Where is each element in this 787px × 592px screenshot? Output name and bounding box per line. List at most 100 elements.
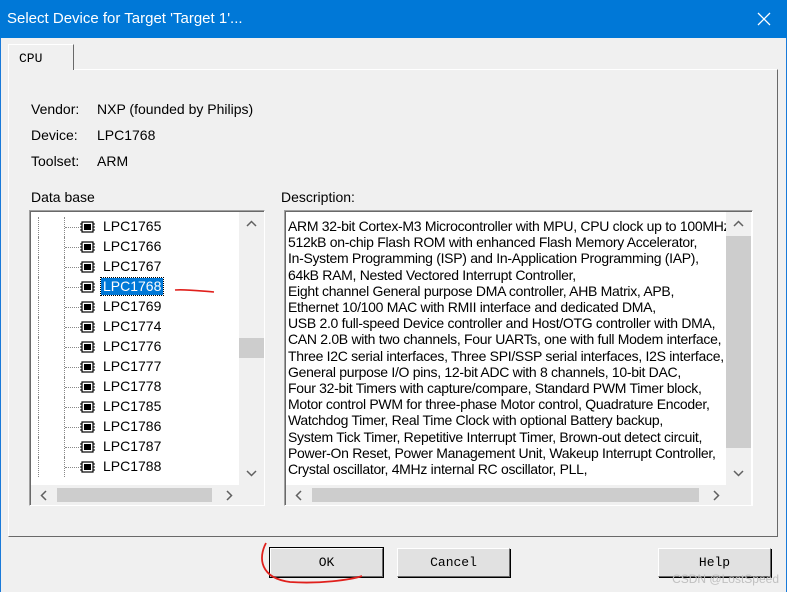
- chip-icon: [80, 320, 95, 334]
- tree-item-label: LPC1768: [99, 277, 165, 296]
- desc-horizontal-scrollbar[interactable]: [286, 485, 751, 505]
- database-label: Data base: [31, 189, 95, 205]
- chip-icon: [80, 260, 95, 274]
- description-line: Four 32-bit Timers with capture/compare,…: [288, 380, 702, 396]
- tree-scroll-down-button[interactable]: [239, 462, 264, 484]
- tree-item-label: LPC1769: [103, 298, 162, 314]
- tree-line: [38, 377, 39, 397]
- desc-scroll-right-button[interactable]: [704, 485, 728, 505]
- chip-icon: [80, 380, 95, 394]
- tree-item-label: LPC1765: [103, 218, 162, 234]
- chip-icon: [80, 300, 95, 314]
- description-line: General purpose I/O pins, 12-bit ADC wit…: [288, 363, 681, 380]
- tree-item-label: LPC1774: [103, 318, 162, 334]
- tab-cpu-label: CPU: [19, 51, 43, 66]
- chip-icon: [80, 280, 95, 294]
- tree-item-label: LPC1776: [103, 338, 162, 354]
- description-label: Description:: [281, 189, 355, 205]
- tree-item-label: LPC1767: [103, 258, 162, 274]
- window-title: Select Device for Target 'Target 1'...: [7, 10, 243, 27]
- tab-cpu[interactable]: CPU: [8, 44, 74, 70]
- description-line: Crystal oscillator, 4MHz internal RC osc…: [288, 461, 588, 477]
- toolset-label: Toolset:: [31, 153, 80, 169]
- tree-branch: [65, 427, 79, 428]
- description-line: 512kB on-chip Flash ROM with enhanced Fl…: [288, 234, 698, 251]
- tree-item[interactable]: LPC1776: [30, 337, 240, 357]
- chip-icon: [80, 240, 95, 254]
- tree-branch: [65, 347, 79, 348]
- tree-item[interactable]: LPC1765: [30, 217, 240, 237]
- desc-scroll-up-button[interactable]: [726, 212, 751, 234]
- chip-icon: [80, 460, 95, 474]
- tree-item-label: LPC1785: [103, 398, 162, 414]
- tree-item[interactable]: LPC1777: [30, 357, 240, 377]
- tree-branch: [65, 467, 79, 468]
- tree-line: [38, 317, 39, 337]
- description-line: USB 2.0 full-speed Device controller and…: [288, 315, 716, 332]
- description-box[interactable]: ARM 32-bit Cortex-M3 Microcontroller wit…: [284, 210, 753, 506]
- watermark: CSDN @LostSpeed: [672, 572, 779, 586]
- tree-item[interactable]: LPC1785: [30, 397, 240, 417]
- tree-hscroll-thumb[interactable]: [57, 488, 212, 502]
- desc-scroll-down-button[interactable]: [726, 462, 751, 484]
- chip-icon: [80, 420, 95, 434]
- desc-vertical-scrollbar[interactable]: [726, 212, 751, 486]
- description-line: ARM 32-bit Cortex-M3 Microcontroller wit…: [288, 218, 726, 234]
- tree-item[interactable]: LPC1768: [30, 277, 240, 297]
- tree-branch: [65, 407, 79, 408]
- tree-branch: [65, 227, 79, 228]
- tree-branch: [65, 287, 79, 288]
- vendor-label: Vendor:: [31, 101, 80, 117]
- tree-branch: [65, 387, 79, 388]
- tree-line: [38, 397, 39, 417]
- tree-scroll-up-button[interactable]: [239, 212, 264, 234]
- tree-item[interactable]: LPC1766: [30, 237, 240, 257]
- desc-scroll-left-button[interactable]: [286, 485, 310, 505]
- tree-line: [38, 357, 39, 377]
- tree-branch: [65, 327, 79, 328]
- tree-line: [38, 257, 39, 277]
- tree-horizontal-scrollbar[interactable]: [31, 485, 264, 505]
- tree-scroll-right-button[interactable]: [217, 485, 241, 505]
- tree-line: [38, 277, 39, 297]
- chip-icon: [80, 440, 95, 454]
- description-line: 64kB RAM, Nested Vectored Interrupt Cont…: [288, 266, 576, 283]
- down-arrow-icon: [246, 469, 257, 477]
- desc-scroll-thumb[interactable]: [726, 236, 751, 448]
- description-line: Eight channel General purpose DMA contro…: [288, 282, 675, 299]
- tree-branch: [65, 267, 79, 268]
- up-arrow-icon: [733, 219, 744, 227]
- tree-item[interactable]: LPC1787: [30, 437, 240, 457]
- tree-item[interactable]: LPC1778: [30, 377, 240, 397]
- close-icon: [757, 12, 771, 26]
- tree-item[interactable]: LPC1769: [30, 297, 240, 317]
- chip-icon: [80, 340, 95, 354]
- tree-line: [38, 337, 39, 357]
- tree-line: [38, 217, 39, 237]
- device-label: Device:: [31, 127, 78, 143]
- tree-branch: [65, 447, 79, 448]
- tree-item[interactable]: LPC1767: [30, 257, 240, 277]
- close-button[interactable]: [741, 0, 787, 38]
- tree-scroll-thumb[interactable]: [239, 338, 264, 358]
- description-line: CAN 2.0B with two channels, Four UARTs, …: [288, 331, 722, 348]
- tree-item[interactable]: LPC1774: [30, 317, 240, 337]
- tree-vertical-scrollbar[interactable]: [239, 212, 264, 486]
- device-value: LPC1768: [97, 127, 156, 143]
- tree-item-label: LPC1777: [103, 358, 162, 374]
- tree-item[interactable]: LPC1786: [30, 417, 240, 437]
- tree-item-label: LPC1786: [103, 418, 162, 434]
- cancel-button[interactable]: Cancel: [397, 548, 510, 577]
- ok-button[interactable]: OK: [269, 547, 384, 578]
- description-line: In-System Programming (ISP) and In-Appli…: [288, 250, 699, 267]
- right-arrow-icon: [712, 489, 720, 501]
- tree-item[interactable]: LPC1788: [30, 457, 240, 477]
- description-line: Three I2C serial interfaces, Three SPI/S…: [288, 347, 724, 364]
- tree-scroll-left-button[interactable]: [31, 485, 55, 505]
- tree-item-label: LPC1766: [103, 238, 162, 254]
- desc-hscroll-thumb[interactable]: [312, 488, 699, 502]
- tree-branch: [65, 307, 79, 308]
- device-tree[interactable]: LPC1765 LPC1766 LPC1767 LPC1768 LPC1769 LPC17…: [29, 210, 265, 506]
- description-line: Motor control PWM for three-phase Motor …: [288, 396, 710, 413]
- tree-item-label: LPC1788: [103, 458, 162, 474]
